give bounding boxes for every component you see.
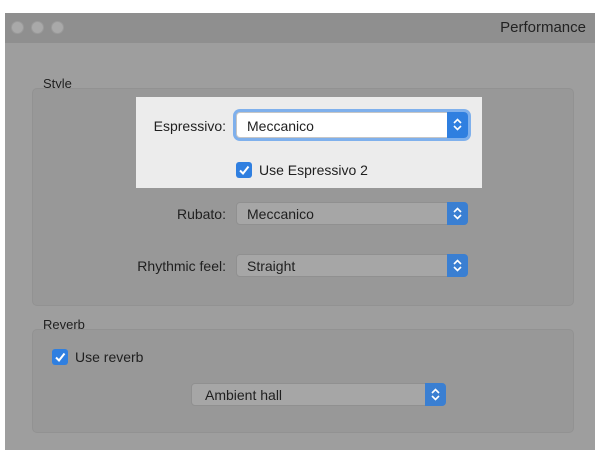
- window-title: Performance: [500, 19, 586, 36]
- checkmark-icon: [239, 165, 250, 176]
- close-button[interactable]: [11, 21, 24, 34]
- up-down-chevron-icon: [453, 207, 462, 220]
- use-reverb-label[interactable]: Use reverb: [75, 349, 143, 365]
- reverb-group-box: [32, 329, 574, 433]
- espressivo-value: Meccanico: [247, 118, 314, 134]
- reverb-preset-stepper[interactable]: [425, 383, 446, 406]
- performance-window: Performance Style Rubato: Meccanico Rhyt…: [5, 13, 595, 450]
- rubato-value: Meccanico: [247, 206, 314, 222]
- espressivo-label: Espressivo:: [153, 118, 226, 134]
- use-reverb-checkbox[interactable]: [52, 349, 68, 365]
- use-espressivo-2-checkbox[interactable]: [236, 162, 252, 178]
- rhythmic-feel-label: Rhythmic feel:: [137, 258, 226, 274]
- up-down-chevron-icon: [431, 388, 440, 401]
- use-espressivo-2-label[interactable]: Use Espressivo 2: [259, 162, 368, 178]
- title-bar: Performance: [5, 13, 595, 43]
- rhythmic-feel-popup[interactable]: Straight: [236, 254, 468, 277]
- rhythmic-feel-value: Straight: [247, 258, 296, 274]
- rubato-popup[interactable]: Meccanico: [236, 202, 468, 225]
- espressivo-highlight: Espressivo: Meccanico Use Espressivo 2: [136, 97, 482, 188]
- checkmark-icon: [55, 352, 66, 363]
- rubato-stepper[interactable]: [447, 202, 468, 225]
- reverb-preset-popup[interactable]: Ambient hall: [191, 383, 446, 406]
- rubato-label: Rubato:: [176, 206, 226, 222]
- espressivo-popup[interactable]: Meccanico: [236, 112, 468, 138]
- rhythmic-feel-stepper[interactable]: [447, 254, 468, 277]
- reverb-preset-value: Ambient hall: [205, 387, 283, 403]
- up-down-chevron-icon: [453, 259, 462, 272]
- espressivo-stepper[interactable]: [447, 112, 468, 138]
- up-down-chevron-icon: [453, 118, 462, 131]
- zoom-button[interactable]: [51, 21, 64, 34]
- minimize-button[interactable]: [31, 21, 44, 34]
